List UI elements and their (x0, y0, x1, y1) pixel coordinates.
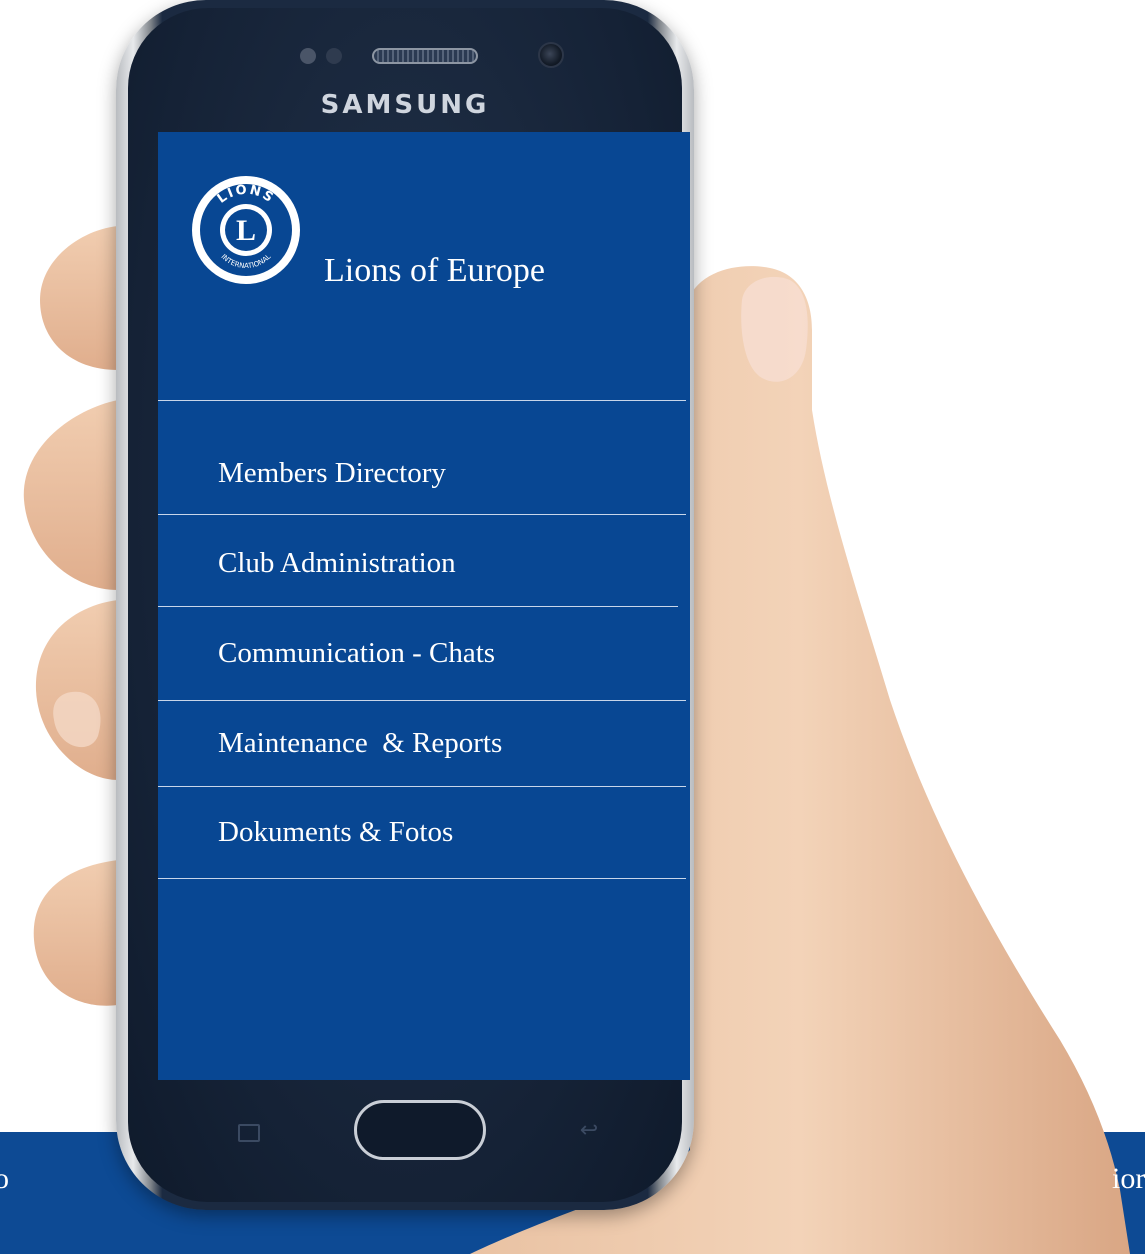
divider (158, 400, 686, 401)
divider (158, 514, 686, 515)
device-brand: SAMSUNG (320, 90, 490, 120)
back-icon[interactable]: ↩ (574, 1118, 604, 1144)
lions-international-logo-icon: L LIONS INTERNATIONAL (192, 176, 300, 284)
app-title: Lions of Europe (324, 252, 545, 289)
menu-item-communication-chats[interactable]: Communication - Chats (218, 637, 495, 670)
divider (158, 786, 686, 787)
logo-letter: L (236, 214, 256, 247)
menu-item-members-directory[interactable]: Members Directory (218, 457, 446, 490)
front-camera-icon (538, 42, 564, 68)
divider (158, 606, 678, 607)
recent-apps-icon[interactable] (238, 1124, 260, 1142)
divider (158, 878, 686, 879)
menu-item-maintenance-reports[interactable]: Maintenance & Reports (218, 727, 502, 760)
menu-item-club-administration[interactable]: Club Administration (218, 547, 456, 580)
phone-body: SAMSUNG L LIONS INTERNATIONAL Lions of E… (128, 8, 690, 1202)
divider (158, 700, 686, 701)
earpiece-speaker-icon (372, 48, 478, 64)
light-sensor-icon (326, 48, 342, 64)
proximity-sensor-icon (300, 48, 316, 64)
home-button[interactable] (354, 1100, 486, 1160)
app-screen: L LIONS INTERNATIONAL Lions of Europe Me… (158, 132, 690, 1080)
banner-right-text: ior (1112, 1162, 1145, 1195)
smartphone-frame: SAMSUNG L LIONS INTERNATIONAL Lions of E… (116, 0, 694, 1210)
menu-item-documents-photos[interactable]: Dokuments & Fotos (218, 816, 453, 849)
